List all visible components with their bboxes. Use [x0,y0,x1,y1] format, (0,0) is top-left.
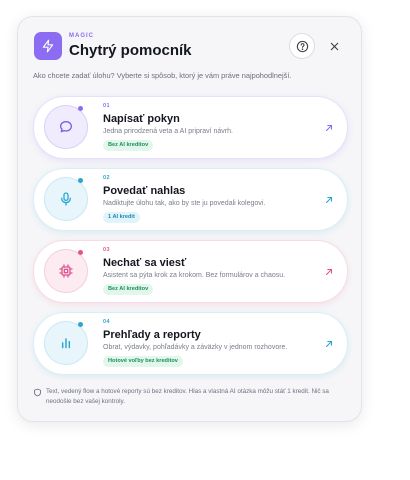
option-title: Prehľady a reporty [103,329,201,341]
shield-icon [34,388,41,397]
close-icon [330,42,338,50]
assistant-dialog: MAGIC Chytrý pomocník Ako chcete zadať ú… [17,16,362,422]
option-title: Napísať pokyn [103,113,180,125]
lightning-icon [34,32,62,60]
status-dot [78,322,83,327]
option-title: Nechať sa viesť [103,257,187,269]
arrow-up-right-icon [325,196,333,204]
option-icon-wrap [44,249,88,293]
option-description: Nadiktujte úlohu tak, ako by ste ju pove… [103,200,266,207]
option-number: 03 [103,247,111,253]
option-description: Jedna prirodzená veta a AI pripraví návr… [103,128,233,135]
dialog-subtitle: Ako chcete zadať úlohu? Vyberte si spôso… [33,71,292,80]
help-button[interactable] [289,33,315,59]
option-icon-wrap [44,177,88,221]
credit-badge: Hotové voľby bez kreditov [103,356,183,367]
option-guided-flow[interactable]: 03 Nechať sa viesť Asistent sa pýta krok… [34,241,347,302]
credit-badge: Bez AI kreditov [103,140,154,151]
option-number: 02 [103,175,111,181]
arrow-up-right-icon [325,268,333,276]
option-speak-aloud[interactable]: 02 Povedať nahlas Nadiktujte úlohu tak, … [34,169,347,230]
option-write-instruction[interactable]: 01 Napísať pokyn Jedna prirodzená veta a… [34,97,347,158]
footer-text: Text, vedený flow a hotové reporty sú be… [46,388,329,405]
option-icon-wrap [44,105,88,149]
option-title: Povedať nahlas [103,185,186,197]
status-dot [78,106,83,111]
dialog-eyebrow: MAGIC [69,33,94,39]
option-number: 01 [103,103,111,109]
status-dot [78,178,83,183]
credit-badge: Bez AI kreditov [103,284,154,295]
option-description: Obrat, výdavky, pohľadávky a záväzky v j… [103,344,288,351]
question-icon [296,40,308,52]
option-number: 04 [103,319,111,325]
close-button[interactable] [321,33,347,59]
option-description: Asistent sa pýta krok za krokom. Bez for… [103,272,286,279]
dialog-title: Chytrý pomocník [69,42,192,59]
option-icon-wrap [44,321,88,365]
credit-badge: 1 AI kredit [103,212,140,223]
arrow-up-right-icon [325,124,333,132]
arrow-up-right-icon [325,340,333,348]
status-dot [78,250,83,255]
option-reports[interactable]: 04 Prehľady a reporty Obrat, výdavky, po… [34,313,347,374]
